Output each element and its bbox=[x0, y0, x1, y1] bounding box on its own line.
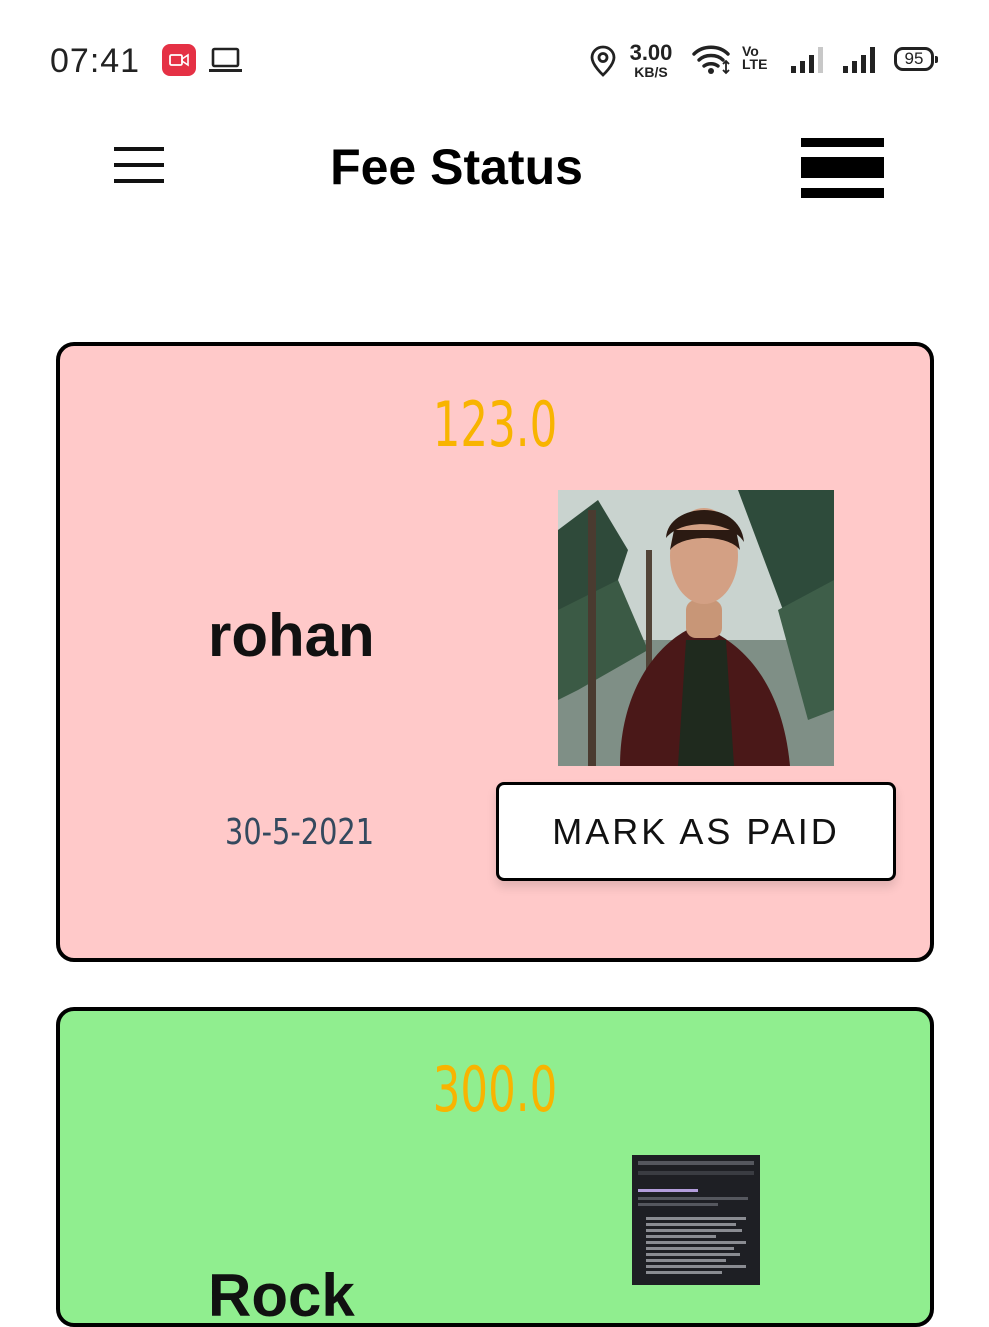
fee-card: 123.0 rohan 30-5-2021 MARK AS PAID bbox=[56, 342, 934, 962]
signal-strength-icon bbox=[790, 46, 826, 79]
network-speed: 3.00 KB/S bbox=[628, 40, 674, 80]
volte-indicator: Vo LTE bbox=[742, 44, 778, 73]
status-time: 07:41 bbox=[50, 42, 141, 80]
fee-card: 300.0 Rock bbox=[56, 1007, 934, 1327]
fee-amount: 300.0 bbox=[432, 1053, 558, 1126]
network-speed-value: 3.00 bbox=[629, 40, 673, 65]
screen-record-icon bbox=[162, 44, 196, 76]
student-photo bbox=[632, 1155, 760, 1285]
due-date: 30-5-2021 bbox=[225, 812, 375, 853]
battery-icon: 95 bbox=[894, 47, 938, 71]
laptop-icon bbox=[208, 46, 244, 81]
fee-amount: 123.0 bbox=[432, 388, 558, 461]
volte-bottom-label: LTE bbox=[742, 56, 768, 73]
student-photo bbox=[558, 490, 834, 766]
status-bar: 07:41 3.00 KB/S Vo LTE 95 bbox=[0, 0, 989, 120]
list-view-icon[interactable] bbox=[801, 138, 884, 198]
signal-strength-icon bbox=[842, 46, 878, 79]
network-speed-unit: KB/S bbox=[634, 64, 668, 80]
wifi-icon bbox=[692, 44, 732, 81]
student-name: rohan bbox=[208, 602, 375, 669]
mark-as-paid-button[interactable]: MARK AS PAID bbox=[496, 782, 896, 881]
location-icon bbox=[590, 45, 616, 82]
student-name: Rock bbox=[208, 1262, 355, 1327]
